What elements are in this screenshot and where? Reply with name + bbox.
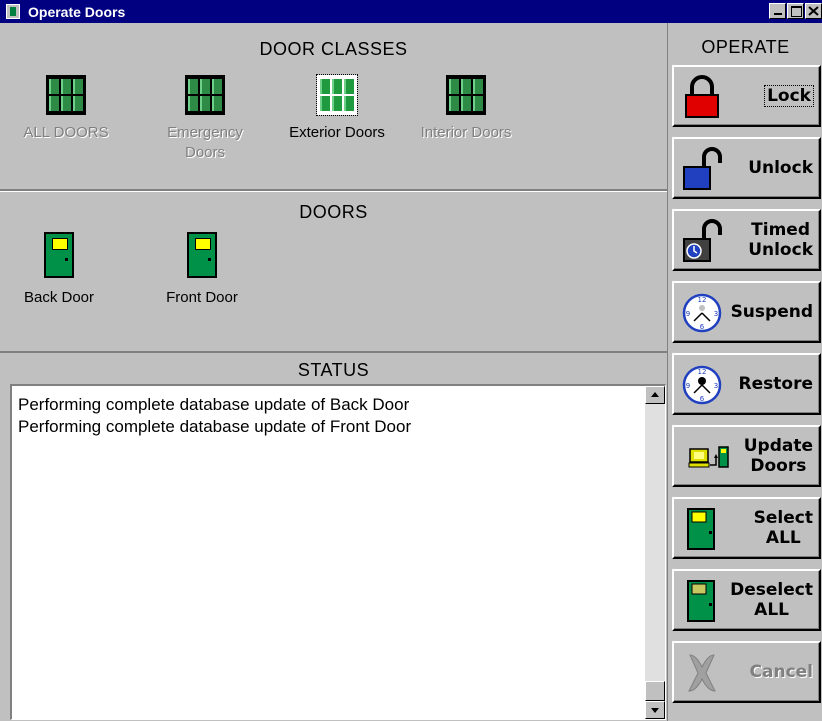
door-class-label-line2: Doors (184, 144, 225, 161)
status-lines: Performing complete database update of B… (18, 394, 411, 438)
cancel-button-text: Cancel (750, 643, 813, 701)
door-classes-header: DOOR CLASSES (259, 39, 408, 59)
deselect-all-button[interactable]: Deselect ALL (672, 569, 821, 631)
vertical-scrollbar[interactable] (645, 386, 665, 719)
scroll-thumb[interactable] (645, 681, 665, 701)
door-label: Front Door (166, 289, 238, 306)
door-classes-panel: DOOR CLASSES ALL DOORS Emergency Doors E… (0, 23, 667, 191)
door-deselect-icon (687, 580, 715, 622)
minimize-button[interactable] (769, 3, 786, 19)
svg-text:12: 12 (698, 368, 707, 376)
door-group-icon (46, 75, 86, 115)
timed-unlock-button[interactable]: Timed Unlock (672, 209, 821, 271)
lock-label: Lock (764, 85, 814, 107)
operate-header: OPERATE (701, 37, 790, 57)
restore-label: Restore (738, 374, 813, 394)
door-front-door[interactable]: Front Door (147, 232, 257, 308)
door-class-label: Interior Doors (420, 124, 512, 141)
door-class-label: ALL DOORS (23, 124, 109, 141)
cancel-label: Cancel (749, 662, 813, 682)
svg-text:3: 3 (714, 382, 718, 390)
update-doors-button[interactable]: Update Doors (672, 425, 821, 487)
unlock-label: Unlock (748, 158, 813, 178)
cancel-button[interactable]: Cancel (672, 641, 821, 703)
door-class-label: Emergency (167, 124, 243, 141)
restore-button[interactable]: 12 3 6 9 Restore (672, 353, 821, 415)
status-log[interactable]: Performing complete database update of B… (10, 384, 666, 720)
unlock-button[interactable]: Unlock (672, 137, 821, 199)
select-all-button[interactable]: Select ALL (672, 497, 821, 559)
close-button[interactable] (805, 3, 822, 19)
padlock-locked-icon (685, 75, 719, 118)
door-class-interior-doors[interactable]: Interior Doors (411, 75, 521, 143)
svg-text:9: 9 (686, 310, 690, 318)
lock-button[interactable]: Lock (672, 65, 821, 127)
timed-unlock-label-line1: Timed (751, 220, 811, 240)
status-line: Performing complete database update of B… (18, 395, 410, 414)
door-group-icon (446, 75, 486, 115)
select-all-label-line2: ALL (765, 528, 801, 548)
status-line: Performing complete database update of F… (18, 417, 412, 436)
select-all-button-text: Select ALL (754, 499, 813, 557)
door-class-label: Exterior Doors (289, 124, 385, 141)
select-all-label-line1: Select (753, 508, 813, 528)
suspend-button-text: Suspend (731, 283, 813, 341)
timed-unlock-icon (683, 219, 722, 262)
timed-unlock-button-text: Timed Unlock (748, 211, 813, 269)
operate-sidebar: OPERATE Lock Unlock Timed Unlock 12 3 6 9 Su… (667, 23, 822, 721)
scroll-up-button[interactable] (645, 386, 665, 404)
svg-text:9: 9 (686, 382, 690, 390)
door-icon (44, 232, 74, 278)
update-doors-label-line2: Doors (750, 456, 807, 476)
doors-header: DOORS (299, 202, 368, 222)
deselect-all-button-text: Deselect ALL (730, 571, 813, 629)
padlock-unlocked-icon (683, 147, 722, 190)
svg-text:6: 6 (700, 395, 705, 403)
door-class-emergency-doors[interactable]: Emergency Doors (150, 75, 260, 163)
door-back-door[interactable]: Back Door (4, 232, 114, 308)
update-doors-label-line1: Update (743, 436, 813, 456)
window-controls (768, 3, 822, 19)
door-group-icon (316, 74, 358, 116)
deselect-all-label-line2: ALL (754, 600, 789, 620)
close-icon (808, 6, 819, 16)
title-bar: Operate Doors (0, 0, 822, 23)
suspend-button[interactable]: 12 3 6 9 Suspend (672, 281, 821, 343)
door-class-all-doors[interactable]: ALL DOORS (11, 75, 121, 143)
door-icon (187, 232, 217, 278)
scroll-down-button[interactable] (645, 701, 665, 719)
door-class-exterior-doors[interactable]: Exterior Doors (282, 74, 392, 143)
doors-panel: DOORS Back Door Front Door (0, 191, 667, 353)
maximize-button[interactable] (787, 3, 804, 19)
status-header: STATUS (297, 360, 370, 380)
deselect-all-label-line1: Deselect (730, 580, 813, 600)
clock-restore-icon: 12 3 6 9 (682, 365, 722, 405)
app-door-icon[interactable] (6, 4, 20, 19)
door-group-icon (185, 75, 225, 115)
clock-icon: 12 3 6 9 (682, 293, 722, 333)
suspend-label: Suspend (730, 302, 813, 322)
svg-text:6: 6 (700, 323, 705, 331)
unlock-button-text: Unlock (748, 139, 813, 197)
svg-text:3: 3 (714, 310, 718, 318)
cancel-x-icon (688, 654, 716, 692)
update-doors-button-text: Update Doors (744, 427, 813, 485)
main-area: DOOR CLASSES ALL DOORS Emergency Doors E… (0, 23, 667, 721)
restore-button-text: Restore (739, 355, 813, 413)
timed-unlock-label-line2: Unlock (748, 240, 813, 260)
computer-to-door-icon (688, 446, 729, 468)
window-title: Operate Doors (28, 3, 126, 20)
door-label: Back Door (23, 289, 95, 306)
svg-text:12: 12 (698, 296, 707, 304)
door-select-icon (687, 508, 715, 550)
lock-button-text: Lock (764, 67, 814, 125)
